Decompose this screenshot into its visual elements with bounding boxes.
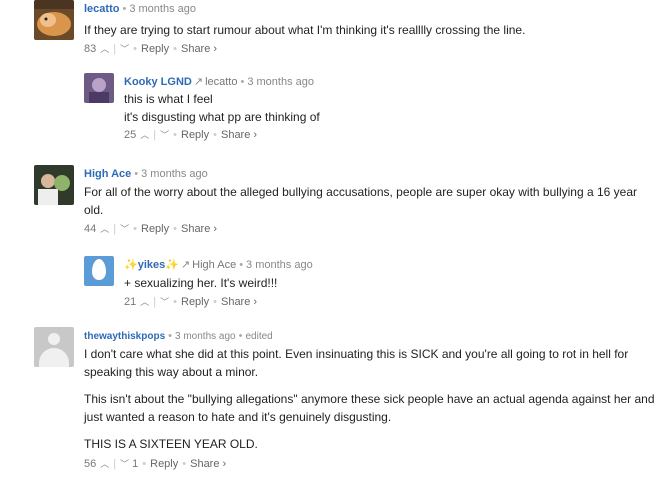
reply-button[interactable]: Reply <box>141 42 169 56</box>
comment-meta: High Ace • 3 months ago <box>84 168 208 180</box>
egg-icon <box>92 259 106 280</box>
author-name[interactable]: yikes <box>138 259 166 271</box>
comment-text: this is what I feel it's disgusting what… <box>124 90 654 126</box>
comment-actions: 44 ︿ | ﹀ • Reply • Share › <box>84 222 218 236</box>
comment-meta: ✨yikes✨ ↗ High Ace • 3 months ago <box>124 259 313 271</box>
sparkle-icon: ✨ <box>124 259 138 271</box>
timestamp[interactable]: 3 months ago <box>129 3 196 15</box>
comment-actions: 56 ︿ | ﹀ 1 • Reply • Share › <box>84 457 227 471</box>
downvote-icon[interactable]: ﹀ <box>120 42 129 56</box>
cat-avatar-image <box>34 0 74 40</box>
reply-button[interactable]: Reply <box>150 457 178 471</box>
avatar-high-ace[interactable] <box>34 165 74 205</box>
vote-count: 21 <box>124 296 137 308</box>
downvote-icon[interactable]: ﹀ <box>120 457 129 471</box>
timestamp[interactable]: 3 months ago <box>247 76 314 88</box>
downvote-icon[interactable]: ﹀ <box>120 222 129 236</box>
sparkle-icon: ✨ <box>165 259 179 271</box>
comment-paragraph: this is what I feel <box>124 92 213 106</box>
comment-paragraph: THIS IS A SIXTEEN YEAR OLD. <box>84 437 258 451</box>
kooky-avatar-image <box>84 73 114 103</box>
timestamp[interactable]: 3 months ago <box>141 168 208 180</box>
avatar-yikes[interactable] <box>84 256 114 286</box>
vote-count: 56 <box>84 458 97 470</box>
comment-thewaythiskpops: thewaythiskpops • 3 months ago • edited I do… <box>34 327 659 470</box>
downvote-count: 1 <box>132 458 139 470</box>
reply-button[interactable]: Reply <box>141 222 169 236</box>
reply-arrow-icon: ↗ <box>193 76 204 88</box>
vote-count: 44 <box>84 223 97 235</box>
comment-paragraph: it's disgusting what pp are thinking of <box>124 110 320 124</box>
author-name[interactable]: lecatto <box>84 3 119 15</box>
reply-to-name[interactable]: High Ace <box>192 259 236 271</box>
upvote-icon[interactable]: ︿ <box>96 222 109 236</box>
comment-text: I don't care what she did at this point.… <box>84 345 659 453</box>
avatar-thewaythiskpops[interactable] <box>34 327 74 367</box>
downvote-icon[interactable]: ﹀ <box>160 128 169 142</box>
comment-meta: lecatto • 3 months ago <box>84 3 196 15</box>
comment-actions: 83 ︿ | ﹀ • Reply • Share › <box>84 42 218 56</box>
upvote-icon[interactable]: ︿ <box>136 128 149 142</box>
vote-count: 83 <box>84 43 97 55</box>
upvote-icon[interactable]: ︿ <box>96 42 109 56</box>
timestamp[interactable]: 3 months ago <box>246 259 313 271</box>
timestamp[interactable]: 3 months ago <box>175 331 236 342</box>
comment-meta: Kooky LGND ↗ lecatto • 3 months ago <box>124 76 314 88</box>
share-button[interactable]: Share › <box>190 457 226 471</box>
share-button[interactable]: Share › <box>181 222 217 236</box>
comment-actions: 21 ︿ | ﹀ • Reply • Share › <box>124 295 258 309</box>
high-ace-avatar-image <box>34 165 74 205</box>
share-button[interactable]: Share › <box>181 42 217 56</box>
default-avatar-icon <box>48 333 60 345</box>
upvote-icon[interactable]: ︿ <box>96 457 109 471</box>
author-name[interactable]: thewaythiskpops <box>84 331 165 342</box>
share-button[interactable]: Share › <box>221 128 257 142</box>
author-name[interactable]: Kooky LGND <box>124 76 192 88</box>
comment-actions: 25 ︿ | ﹀ • Reply • Share › <box>124 128 258 142</box>
author-name[interactable]: High Ace <box>84 168 131 180</box>
avatar-kooky-lgnd[interactable] <box>84 73 114 103</box>
comment-paragraph: + sexualizing her. It's weird!!! <box>124 276 278 290</box>
reply-button[interactable]: Reply <box>181 295 209 309</box>
vote-count: 25 <box>124 129 137 141</box>
upvote-icon[interactable]: ︿ <box>136 295 149 309</box>
comment-paragraph: If they are trying to start rumour about… <box>84 23 526 37</box>
comment-text: + sexualizing her. It's weird!!! <box>124 274 654 292</box>
comment-text: If they are trying to start rumour about… <box>84 21 654 39</box>
comment-meta: thewaythiskpops • 3 months ago • edited <box>84 330 273 342</box>
reply-to-name[interactable]: lecatto <box>205 76 237 88</box>
avatar-lecatto[interactable] <box>34 0 74 40</box>
comment-paragraph: I don't care what she did at this point.… <box>84 347 629 379</box>
comment-paragraph: This isn't about the "bullying allegatio… <box>84 392 655 424</box>
edited-label: edited <box>245 331 273 342</box>
comment-paragraph: For all of the worry about the alleged b… <box>84 185 637 217</box>
reply-arrow-icon: ↗ <box>180 259 191 271</box>
comment-text: For all of the worry about the alleged b… <box>84 183 659 219</box>
comment-yikes: ✨yikes✨ ↗ High Ace • 3 months ago + sexualiz… <box>84 256 654 308</box>
share-button[interactable]: Share › <box>221 295 257 309</box>
reply-button[interactable]: Reply <box>181 128 209 142</box>
downvote-icon[interactable]: ﹀ <box>160 295 169 309</box>
